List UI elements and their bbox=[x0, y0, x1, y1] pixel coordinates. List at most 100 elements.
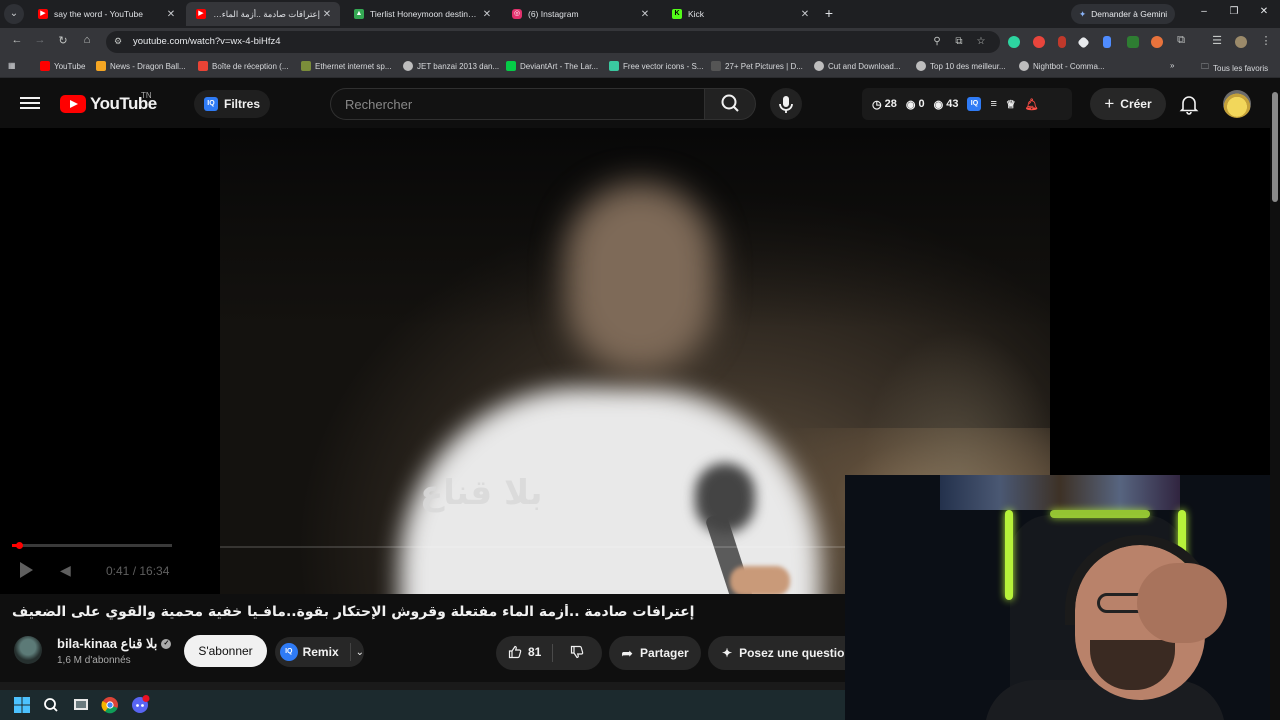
progress-bar[interactable] bbox=[12, 542, 172, 549]
search-input[interactable] bbox=[345, 89, 685, 119]
extension-icon[interactable] bbox=[1127, 36, 1139, 48]
search-icon bbox=[721, 94, 739, 112]
extension-icon[interactable] bbox=[1058, 36, 1066, 48]
subscribe-button[interactable]: S'abonner bbox=[184, 635, 267, 667]
more-bookmarks-icon[interactable]: » bbox=[1170, 61, 1174, 70]
windows-start-icon[interactable] bbox=[12, 695, 32, 715]
discord-taskbar-icon[interactable] bbox=[130, 695, 150, 715]
bookmark-item[interactable]: Free vector icons - S... bbox=[609, 61, 703, 71]
channel-name: bila-kinaa بلا قناع bbox=[57, 636, 158, 651]
channel-name-link[interactable]: bila-kinaa بلا قناع ✓ bbox=[57, 636, 172, 652]
alert-bell-icon[interactable]: 🔔︎ bbox=[1025, 98, 1039, 111]
bookmark-item[interactable]: Boîte de réception (... bbox=[198, 61, 289, 71]
task-view-icon[interactable] bbox=[71, 695, 91, 715]
filters-button[interactable]: IQ Filtres bbox=[194, 90, 271, 118]
youtube-play-icon bbox=[60, 95, 86, 113]
dislike-button[interactable] bbox=[570, 645, 584, 664]
extension-icon[interactable] bbox=[1077, 36, 1090, 49]
bookmark-star-icon[interactable]: ☆ bbox=[974, 36, 988, 47]
gemini-button[interactable]: ✦ Demander à Gemini bbox=[1071, 4, 1176, 24]
bookmark-item[interactable]: YouTube bbox=[40, 61, 85, 71]
extension-icon[interactable] bbox=[1008, 36, 1020, 48]
tab-search-chevron-icon[interactable]: ⌄ bbox=[4, 4, 24, 24]
extensions-puzzle-icon[interactable]: ⧉ bbox=[1173, 34, 1189, 47]
restore-icon[interactable]: ❐ bbox=[1226, 6, 1242, 17]
play-icon[interactable] bbox=[20, 562, 33, 578]
menu-icon[interactable] bbox=[20, 94, 40, 114]
clock-icon: ◷ bbox=[872, 98, 882, 111]
voice-search-button[interactable] bbox=[770, 88, 802, 120]
extension-stats-bar: ◷ 28 ◉ 0 ◉ 43 IQ ≡ ♕ 🔔︎ bbox=[862, 88, 1072, 120]
iq-badge-icon: IQ bbox=[204, 97, 218, 111]
ask-question-button[interactable]: ✦ Posez une question bbox=[708, 636, 858, 670]
bookmark-item[interactable]: 27+ Pet Pictures | D... bbox=[711, 61, 803, 71]
minimize-icon[interactable]: – bbox=[1196, 6, 1212, 17]
extension-icon[interactable] bbox=[1033, 36, 1045, 48]
close-tab-icon[interactable]: ✕ bbox=[320, 9, 334, 20]
extension-icon[interactable] bbox=[1151, 36, 1163, 48]
close-window-icon[interactable]: ✕ bbox=[1256, 6, 1272, 17]
create-label: Créer bbox=[1120, 97, 1152, 111]
chrome-taskbar-icon[interactable] bbox=[100, 695, 120, 715]
all-bookmarks[interactable]: 🗀 Tous les favoris bbox=[1201, 61, 1268, 75]
scrollbar-thumb[interactable] bbox=[1272, 92, 1278, 202]
create-button[interactable]: + Créer bbox=[1090, 88, 1166, 120]
chevron-down-icon[interactable]: ⌄ bbox=[356, 647, 364, 658]
bookmark-item[interactable]: DeviantArt - The Lar... bbox=[506, 61, 598, 71]
instagram-icon: ◎ bbox=[512, 9, 522, 19]
share-label: Partager bbox=[640, 646, 689, 660]
bookmark-item[interactable]: JET banzai 2013 dan... bbox=[403, 61, 499, 71]
search-field[interactable] bbox=[330, 88, 704, 120]
extension-icon[interactable] bbox=[1103, 36, 1111, 48]
list-icon[interactable]: ≡ bbox=[990, 98, 996, 110]
trophy-icon[interactable]: ♕ bbox=[1006, 98, 1016, 111]
reload-icon[interactable]: ↻ bbox=[55, 34, 71, 47]
reading-list-icon[interactable]: ☰ bbox=[1209, 34, 1225, 47]
remix-button[interactable]: IQ Remix ⌄ bbox=[275, 637, 364, 667]
forward-icon[interactable]: → bbox=[32, 34, 48, 46]
region-code: TN bbox=[141, 91, 152, 100]
bookmark-item[interactable]: Cut and Download... bbox=[814, 61, 901, 71]
divider bbox=[552, 644, 553, 662]
chrome-menu-icon[interactable]: ⋮ bbox=[1258, 34, 1274, 47]
browser-tab[interactable]: ▶ say the word - YouTube ✕ bbox=[28, 2, 184, 26]
back-icon[interactable]: ← bbox=[9, 34, 25, 46]
browser-tab[interactable]: K Kick ✕ bbox=[662, 2, 818, 26]
bookmark-item[interactable]: News - Dragon Ball... bbox=[96, 61, 186, 71]
page-scrollbar[interactable] bbox=[1270, 80, 1280, 720]
taskbar-search-icon[interactable] bbox=[41, 695, 61, 715]
bookmark-item[interactable]: Ethernet internet sp... bbox=[301, 61, 392, 71]
close-tab-icon[interactable]: ✕ bbox=[798, 9, 812, 20]
stat-value: 28 bbox=[884, 98, 897, 110]
close-tab-icon[interactable]: ✕ bbox=[480, 9, 494, 20]
new-tab-icon[interactable]: + bbox=[822, 5, 836, 21]
url-text[interactable]: youtube.com/watch?v=wx-4-biHfz4 bbox=[133, 36, 281, 47]
account-avatar[interactable] bbox=[1223, 90, 1251, 118]
apps-grid-icon[interactable]: ▦ bbox=[8, 61, 16, 70]
install-app-icon[interactable]: ⧉ bbox=[952, 36, 966, 47]
close-tab-icon[interactable]: ✕ bbox=[164, 9, 178, 20]
thumbs-up-icon bbox=[508, 645, 522, 659]
volume-icon[interactable]: ◀ bbox=[60, 562, 71, 579]
bookmark-label: Nightbot - Comma... bbox=[1033, 61, 1105, 71]
channel-avatar[interactable] bbox=[14, 636, 42, 664]
microsoft-icon bbox=[301, 61, 311, 71]
address-bar[interactable]: ⚙ youtube.com/watch?v=wx-4-biHfz4 ⚲ ⧉ ☆ bbox=[106, 31, 1000, 53]
iq-badge-icon[interactable]: IQ bbox=[967, 97, 982, 111]
deviantart-icon bbox=[506, 61, 516, 71]
profile-avatar[interactable] bbox=[1235, 36, 1247, 48]
browser-tab[interactable]: ▲ Tierlist Honeymoon destination ✕ bbox=[344, 2, 500, 26]
browser-tab-active[interactable]: ▶ إعترافات صادمة ..أزمة الماء مفت ✕ bbox=[186, 2, 340, 26]
search-button[interactable] bbox=[704, 88, 756, 120]
progress-scrubber[interactable] bbox=[15, 542, 23, 549]
bookmark-item[interactable]: Nightbot - Comma... bbox=[1019, 61, 1105, 71]
like-button[interactable]: 81 bbox=[508, 645, 541, 659]
zoom-icon[interactable]: ⚲ bbox=[930, 36, 944, 47]
share-button[interactable]: ➦ Partager bbox=[609, 636, 701, 670]
browser-tab[interactable]: ◎ (6) Instagram ✕ bbox=[502, 2, 658, 26]
site-info-icon[interactable]: ⚙ bbox=[114, 36, 122, 47]
bookmark-item[interactable]: Top 10 des meilleur... bbox=[916, 61, 1006, 71]
notifications-bell-icon[interactable] bbox=[1178, 93, 1200, 115]
close-tab-icon[interactable]: ✕ bbox=[638, 9, 652, 20]
home-icon[interactable]: ⌂ bbox=[79, 34, 95, 46]
